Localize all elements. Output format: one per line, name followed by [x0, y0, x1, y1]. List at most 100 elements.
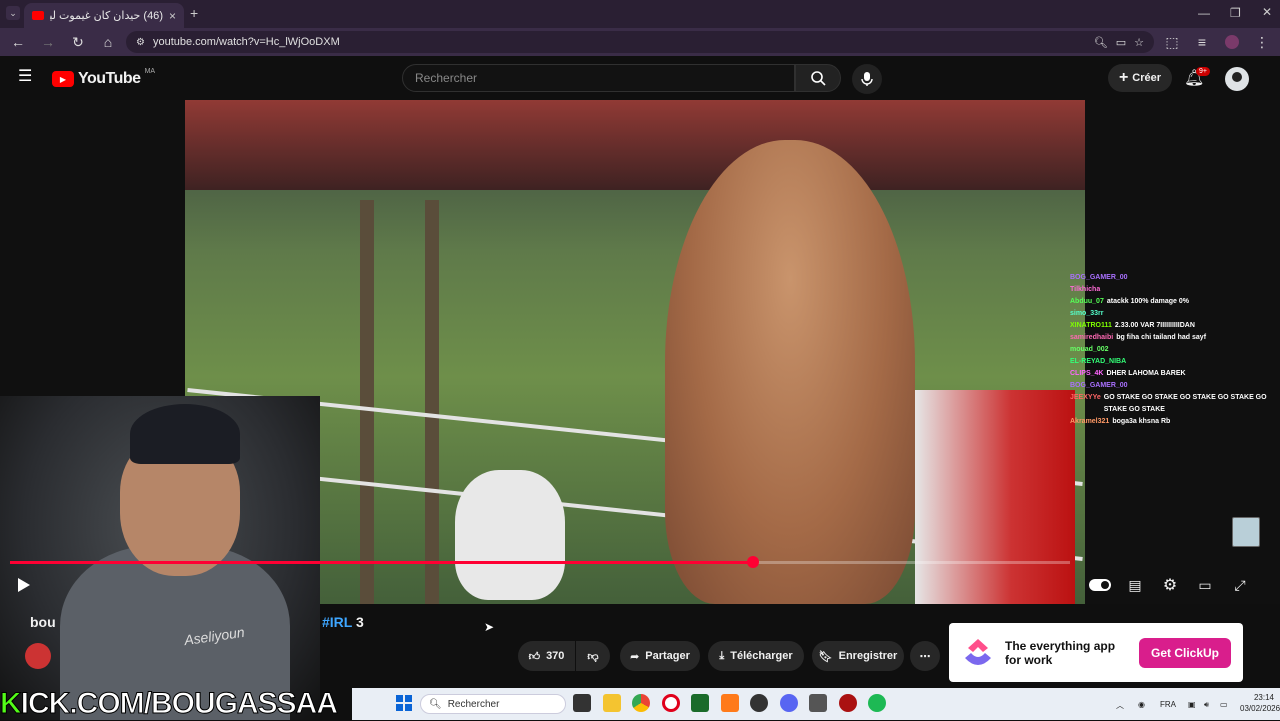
- hamburger-menu-icon[interactable]: ☰: [18, 69, 34, 85]
- taskbar-search[interactable]: 🔍︎ Rechercher: [420, 694, 566, 714]
- media-icon[interactable]: ≡: [1190, 30, 1214, 54]
- taskbar-search-icon: 🔍︎: [429, 698, 442, 710]
- spotify-icon[interactable]: [868, 694, 886, 712]
- like-button[interactable]: 👍︎ 370: [518, 641, 575, 671]
- microphone-icon: [861, 72, 873, 86]
- chat-message: mouad_002: [1070, 344, 1270, 356]
- tab-list-button[interactable]: ⌄: [6, 6, 20, 20]
- chat-avatar-thumbnail: [1232, 517, 1260, 547]
- stream-chat: BOG_GAMER_00 Tilkhicha Abduu_07 atackk 100%…: [1070, 272, 1270, 462]
- file-explorer-icon[interactable]: [603, 694, 621, 712]
- clickup-ad-banner[interactable]: The everything app for work Get ClickUp: [949, 623, 1243, 682]
- play-icon: [18, 578, 30, 592]
- mouse-cursor-icon: ➤: [484, 620, 495, 634]
- theater-mode-icon[interactable]: ▭: [1191, 571, 1219, 599]
- video-frame: [185, 100, 1085, 604]
- clock-date: 03/02/2026: [1240, 704, 1280, 713]
- search-input[interactable]: Rechercher: [402, 64, 795, 92]
- channel-avatar[interactable]: [25, 643, 51, 669]
- app-red-icon[interactable]: [839, 694, 857, 712]
- cast-icon[interactable]: ▭: [1116, 36, 1126, 49]
- save-label: Enregistrer: [838, 650, 898, 662]
- site-info-icon[interactable]: ⚙: [136, 37, 145, 48]
- notification-badge: 9+: [1196, 67, 1210, 76]
- extensions-icon[interactable]: ⬚: [1160, 30, 1184, 54]
- terminal-icon[interactable]: [691, 694, 709, 712]
- keyboard-language[interactable]: FRA: [1160, 700, 1176, 709]
- restore-icon[interactable]: ❐: [1230, 6, 1241, 20]
- url-field[interactable]: ⚙ youtube.com/watch?v=Hc_lWjOoDXM 🔍︎ ▭ ☆: [126, 31, 1154, 53]
- gym-pole: [360, 200, 374, 604]
- chat-text: bg fiha chi tailand had sayf: [1116, 334, 1207, 341]
- youtube-logo[interactable]: ▶ YouTube MA: [52, 68, 155, 88]
- dislike-button[interactable]: 👎︎: [576, 641, 610, 671]
- video-hashtag[interactable]: #IRL: [322, 614, 352, 630]
- reload-icon[interactable]: ↻: [66, 30, 90, 54]
- save-button[interactable]: 🔖︎ Enregistrer: [812, 641, 904, 671]
- chat-message: Abduu_07 atackk 100% damage 0%: [1070, 296, 1270, 308]
- like-count: 370: [546, 650, 565, 662]
- opera-icon[interactable]: [662, 694, 680, 712]
- ad-cta-button[interactable]: Get ClickUp: [1138, 637, 1231, 668]
- chat-username: Akramel321: [1070, 418, 1110, 425]
- discord-icon[interactable]: [780, 694, 798, 712]
- voice-search-button[interactable]: [852, 64, 882, 94]
- play-button[interactable]: [10, 571, 38, 599]
- tray-chevron-icon[interactable]: ︿: [1116, 700, 1124, 711]
- share-button[interactable]: ➦ Partager: [620, 641, 700, 671]
- fullscreen-icon[interactable]: ⤢: [1226, 571, 1254, 599]
- chat-username: XINATRO111: [1070, 322, 1112, 329]
- plus-icon: +: [1118, 69, 1129, 86]
- minimize-icon[interactable]: —: [1198, 6, 1210, 20]
- subtitles-icon[interactable]: ▤: [1121, 571, 1149, 599]
- obs-icon[interactable]: [750, 694, 768, 712]
- new-tab-button[interactable]: +: [190, 5, 198, 21]
- home-icon[interactable]: ⌂: [96, 30, 120, 54]
- bookmark-star-icon[interactable]: ☆: [1134, 36, 1144, 49]
- youtube-wordmark: YouTube: [78, 70, 141, 87]
- settings-gear-icon[interactable]: ⚙: [1156, 571, 1184, 599]
- battery-icon[interactable]: ▭: [1220, 700, 1228, 709]
- share-label: Partager: [645, 650, 690, 662]
- chat-text: GO STAKE GO STAKE GO STAKE GO STAKE GO S…: [1103, 394, 1267, 413]
- forward-icon[interactable]: →: [36, 30, 60, 54]
- search-icon: [811, 71, 826, 86]
- address-bar-row: ← → ↻ ⌂ ⚙ youtube.com/watch?v=Hc_lWjOoDX…: [0, 28, 1280, 56]
- tab-youtube[interactable]: (46) حيدان كان غيموت لينا 😱 ×: [24, 3, 184, 28]
- volume-icon[interactable]: 🔊︎: [1204, 700, 1209, 710]
- progress-scrubber-handle[interactable]: [747, 556, 759, 568]
- taskbar-clock[interactable]: 23:14 03/02/2026: [1240, 692, 1280, 714]
- search-placeholder: Rechercher: [415, 71, 478, 85]
- back-icon[interactable]: ←: [6, 30, 30, 54]
- profile-icon[interactable]: [1220, 30, 1244, 54]
- autoplay-toggle[interactable]: [1086, 571, 1114, 599]
- video-title-number: 3: [355, 614, 364, 630]
- browser-menu-icon[interactable]: ⋮: [1250, 30, 1274, 54]
- account-avatar[interactable]: [1225, 67, 1249, 91]
- video-title-end: #IRL 3: [322, 614, 364, 630]
- more-actions-button[interactable]: ⋯: [910, 641, 940, 671]
- chat-message: XINATRO111 2.33.00 VAR 7IIIIIIIIIIDAN: [1070, 320, 1270, 332]
- network-icon[interactable]: ▣: [1188, 700, 1196, 709]
- ring-corner-pad: [915, 390, 1075, 604]
- chat-username: simo_33rr: [1070, 310, 1104, 317]
- task-view-icon[interactable]: [573, 694, 591, 712]
- close-window-icon[interactable]: ✕: [1262, 5, 1272, 19]
- zoom-icon[interactable]: 🔍︎: [1094, 36, 1108, 49]
- search-button[interactable]: [795, 64, 841, 92]
- kick-url-text: ICK.COM/BOUGASSAA: [20, 687, 338, 721]
- close-tab-icon[interactable]: ×: [169, 9, 176, 23]
- chat-text: DHER LAHOMA BAREK: [1106, 370, 1186, 377]
- create-button[interactable]: + Créer: [1108, 64, 1172, 92]
- windows-start-icon[interactable]: [396, 695, 412, 711]
- webcam-beanie: [130, 404, 240, 464]
- download-button[interactable]: ⤓ Télécharger: [708, 641, 804, 671]
- app-icon[interactable]: [809, 694, 827, 712]
- chat-message: BOG_GAMER_00: [1070, 380, 1270, 392]
- chrome-icon[interactable]: [632, 694, 650, 712]
- chat-text: boga3a khsna Rb: [1112, 418, 1171, 425]
- more-horizontal-icon: ⋯: [919, 650, 931, 663]
- chat-text: 2.33.00 VAR 7IIIIIIIIIIDAN: [1114, 322, 1195, 329]
- tray-app-icon[interactable]: ◉: [1138, 700, 1145, 709]
- app-a-icon[interactable]: [721, 694, 739, 712]
